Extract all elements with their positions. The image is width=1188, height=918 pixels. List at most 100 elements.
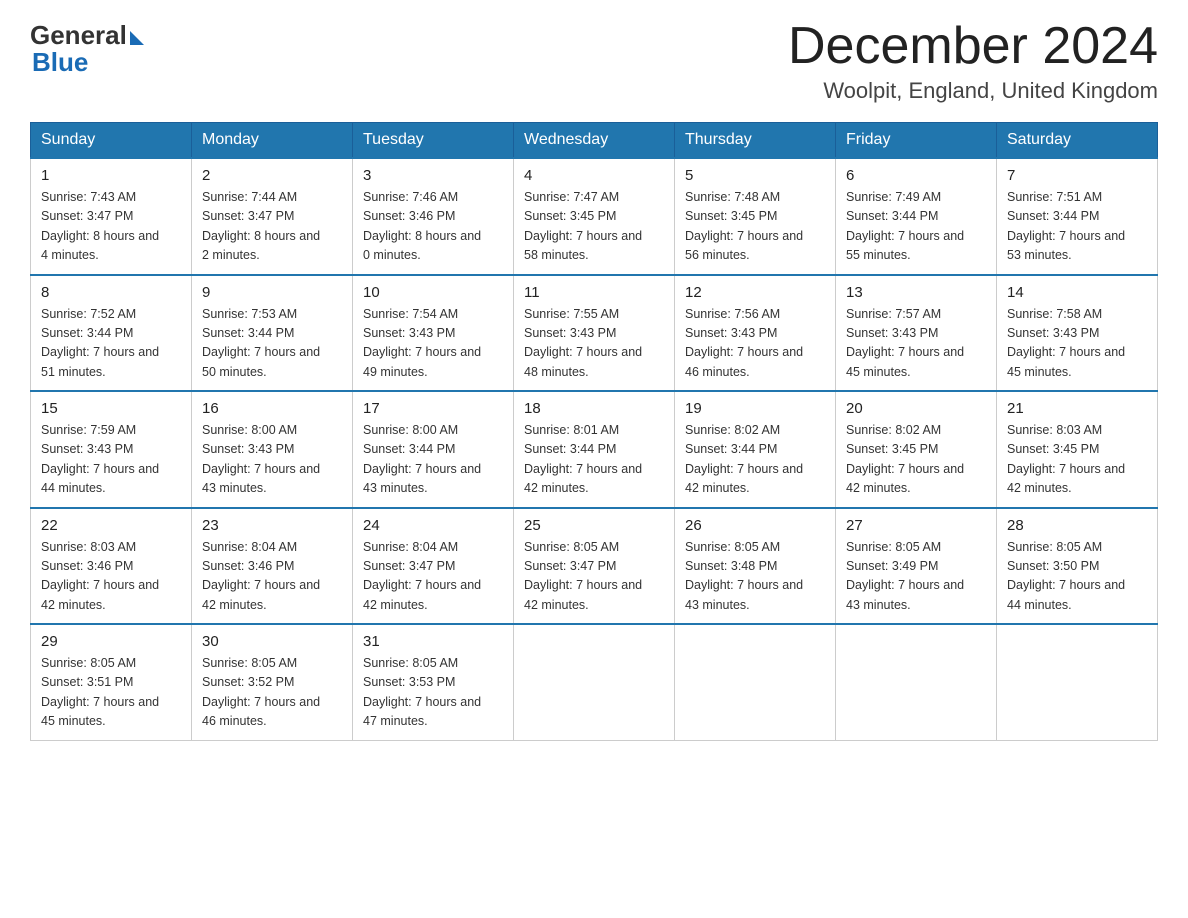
day-info: Sunrise: 7:51 AMSunset: 3:44 PMDaylight:… — [1007, 188, 1147, 266]
day-number: 4 — [524, 167, 664, 184]
calendar-cell: 23 Sunrise: 8:04 AMSunset: 3:46 PMDayligh… — [192, 508, 353, 625]
day-number: 8 — [41, 284, 181, 301]
calendar-cell: 30Sunrise: 8:05 AMSunset: 3:52 PMDayligh… — [192, 624, 353, 740]
day-info: Sunrise: 8:05 AMSunset: 3:53 PMDaylight:… — [363, 654, 503, 732]
day-info: Sunrise: 7:56 AMSunset: 3:43 PMDaylight:… — [685, 305, 825, 383]
header-row: Sunday Monday Tuesday Wednesday Thursday… — [31, 123, 1158, 159]
calendar-cell — [836, 624, 997, 740]
day-number: 3 — [363, 167, 503, 184]
day-number: 1 — [41, 167, 181, 184]
calendar-cell: 27 Sunrise: 8:05 AMSunset: 3:49 PMDayligh… — [836, 508, 997, 625]
calendar-cell — [514, 624, 675, 740]
calendar-cell: 3 Sunrise: 7:46 AMSunset: 3:46 PMDaylight… — [353, 158, 514, 275]
calendar-cell: 6 Sunrise: 7:49 AMSunset: 3:44 PMDaylight… — [836, 158, 997, 275]
day-info: Sunrise: 8:05 AMSunset: 3:48 PMDaylight:… — [685, 538, 825, 616]
day-number: 14 — [1007, 284, 1147, 301]
day-info: Sunrise: 8:00 AMSunset: 3:44 PMDaylight:… — [363, 421, 503, 499]
day-number: 26 — [685, 517, 825, 534]
logo-arrow-icon — [130, 31, 144, 45]
day-info: Sunrise: 8:04 AMSunset: 3:46 PMDaylight:… — [202, 538, 342, 616]
day-info: Sunrise: 8:02 AMSunset: 3:45 PMDaylight:… — [846, 421, 986, 499]
day-info: Sunrise: 8:03 AMSunset: 3:45 PMDaylight:… — [1007, 421, 1147, 499]
calendar-cell: 10Sunrise: 7:54 AMSunset: 3:43 PMDayligh… — [353, 275, 514, 392]
day-info: Sunrise: 8:05 AMSunset: 3:51 PMDaylight:… — [41, 654, 181, 732]
calendar-cell — [997, 624, 1158, 740]
day-number: 18 — [524, 400, 664, 417]
calendar-cell — [675, 624, 836, 740]
day-info: Sunrise: 7:43 AMSunset: 3:47 PMDaylight:… — [41, 188, 181, 266]
calendar-week-row: 8 Sunrise: 7:52 AMSunset: 3:44 PMDaylight… — [31, 275, 1158, 392]
day-info: Sunrise: 7:44 AMSunset: 3:47 PMDaylight:… — [202, 188, 342, 266]
calendar-cell: 5 Sunrise: 7:48 AMSunset: 3:45 PMDaylight… — [675, 158, 836, 275]
day-info: Sunrise: 7:48 AMSunset: 3:45 PMDaylight:… — [685, 188, 825, 266]
calendar-table: Sunday Monday Tuesday Wednesday Thursday… — [30, 122, 1158, 741]
day-info: Sunrise: 8:02 AMSunset: 3:44 PMDaylight:… — [685, 421, 825, 499]
col-thursday: Thursday — [675, 123, 836, 159]
day-number: 21 — [1007, 400, 1147, 417]
day-number: 13 — [846, 284, 986, 301]
location-title: Woolpit, England, United Kingdom — [788, 78, 1158, 104]
calendar-cell: 12 Sunrise: 7:56 AMSunset: 3:43 PMDayligh… — [675, 275, 836, 392]
calendar-cell: 4 Sunrise: 7:47 AMSunset: 3:45 PMDaylight… — [514, 158, 675, 275]
day-info: Sunrise: 8:04 AMSunset: 3:47 PMDaylight:… — [363, 538, 503, 616]
day-number: 5 — [685, 167, 825, 184]
calendar-cell: 16 Sunrise: 8:00 AMSunset: 3:43 PMDayligh… — [192, 391, 353, 508]
day-number: 24 — [363, 517, 503, 534]
day-number: 15 — [41, 400, 181, 417]
day-number: 7 — [1007, 167, 1147, 184]
day-number: 16 — [202, 400, 342, 417]
day-info: Sunrise: 8:01 AMSunset: 3:44 PMDaylight:… — [524, 421, 664, 499]
calendar-cell: 17 Sunrise: 8:00 AMSunset: 3:44 PMDayligh… — [353, 391, 514, 508]
day-info: Sunrise: 7:47 AMSunset: 3:45 PMDaylight:… — [524, 188, 664, 266]
day-info: Sunrise: 7:52 AMSunset: 3:44 PMDaylight:… — [41, 305, 181, 383]
day-number: 27 — [846, 517, 986, 534]
calendar-cell: 13 Sunrise: 7:57 AMSunset: 3:43 PMDayligh… — [836, 275, 997, 392]
day-info: Sunrise: 7:54 AMSunset: 3:43 PMDaylight:… — [363, 305, 503, 383]
day-info: Sunrise: 7:55 AMSunset: 3:43 PMDaylight:… — [524, 305, 664, 383]
logo: General Blue — [30, 20, 144, 78]
day-number: 25 — [524, 517, 664, 534]
day-info: Sunrise: 8:05 AMSunset: 3:49 PMDaylight:… — [846, 538, 986, 616]
calendar-cell: 21 Sunrise: 8:03 AMSunset: 3:45 PMDayligh… — [997, 391, 1158, 508]
day-number: 17 — [363, 400, 503, 417]
day-number: 29 — [41, 633, 181, 650]
calendar-cell: 31Sunrise: 8:05 AMSunset: 3:53 PMDayligh… — [353, 624, 514, 740]
day-info: Sunrise: 8:05 AMSunset: 3:47 PMDaylight:… — [524, 538, 664, 616]
col-wednesday: Wednesday — [514, 123, 675, 159]
day-number: 30 — [202, 633, 342, 650]
day-number: 20 — [846, 400, 986, 417]
day-number: 11 — [524, 284, 664, 301]
calendar-cell: 25 Sunrise: 8:05 AMSunset: 3:47 PMDayligh… — [514, 508, 675, 625]
col-sunday: Sunday — [31, 123, 192, 159]
calendar-header: Sunday Monday Tuesday Wednesday Thursday… — [31, 123, 1158, 159]
day-info: Sunrise: 7:57 AMSunset: 3:43 PMDaylight:… — [846, 305, 986, 383]
logo-blue-text: Blue — [32, 47, 88, 78]
calendar-cell: 18 Sunrise: 8:01 AMSunset: 3:44 PMDayligh… — [514, 391, 675, 508]
calendar-cell: 24 Sunrise: 8:04 AMSunset: 3:47 PMDayligh… — [353, 508, 514, 625]
calendar-week-row: 29 Sunrise: 8:05 AMSunset: 3:51 PMDayligh… — [31, 624, 1158, 740]
day-number: 9 — [202, 284, 342, 301]
day-info: Sunrise: 7:58 AMSunset: 3:43 PMDaylight:… — [1007, 305, 1147, 383]
day-info: Sunrise: 8:03 AMSunset: 3:46 PMDaylight:… — [41, 538, 181, 616]
calendar-week-row: 15 Sunrise: 7:59 AMSunset: 3:43 PMDayligh… — [31, 391, 1158, 508]
calendar-cell: 1 Sunrise: 7:43 AMSunset: 3:47 PMDaylight… — [31, 158, 192, 275]
page-header: General Blue December 2024 Woolpit, Engl… — [30, 20, 1158, 104]
day-info: Sunrise: 8:00 AMSunset: 3:43 PMDaylight:… — [202, 421, 342, 499]
calendar-cell: 19Sunrise: 8:02 AMSunset: 3:44 PMDayligh… — [675, 391, 836, 508]
day-number: 28 — [1007, 517, 1147, 534]
day-info: Sunrise: 7:49 AMSunset: 3:44 PMDaylight:… — [846, 188, 986, 266]
day-number: 6 — [846, 167, 986, 184]
calendar-cell: 7 Sunrise: 7:51 AMSunset: 3:44 PMDaylight… — [997, 158, 1158, 275]
calendar-cell: 28 Sunrise: 8:05 AMSunset: 3:50 PMDayligh… — [997, 508, 1158, 625]
calendar-week-row: 22 Sunrise: 8:03 AMSunset: 3:46 PMDayligh… — [31, 508, 1158, 625]
calendar-cell: 22 Sunrise: 8:03 AMSunset: 3:46 PMDayligh… — [31, 508, 192, 625]
day-info: Sunrise: 7:59 AMSunset: 3:43 PMDaylight:… — [41, 421, 181, 499]
calendar-body: 1 Sunrise: 7:43 AMSunset: 3:47 PMDaylight… — [31, 158, 1158, 740]
day-number: 12 — [685, 284, 825, 301]
day-number: 23 — [202, 517, 342, 534]
month-title: December 2024 — [788, 20, 1158, 72]
calendar-cell: 14 Sunrise: 7:58 AMSunset: 3:43 PMDayligh… — [997, 275, 1158, 392]
day-number: 22 — [41, 517, 181, 534]
day-info: Sunrise: 7:46 AMSunset: 3:46 PMDaylight:… — [363, 188, 503, 266]
day-info: Sunrise: 8:05 AMSunset: 3:50 PMDaylight:… — [1007, 538, 1147, 616]
